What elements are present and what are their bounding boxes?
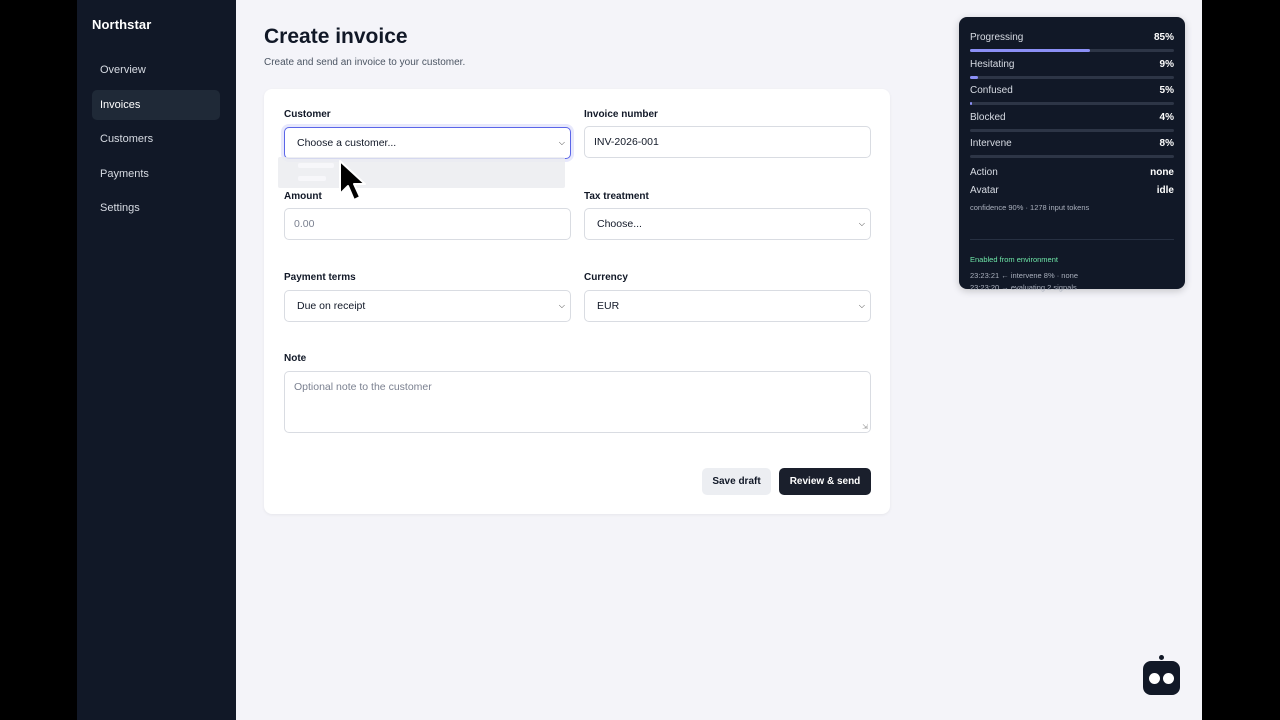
signal-fill	[970, 49, 1091, 52]
signal-name: Intervene	[970, 138, 1012, 149]
customer-dropdown-list[interactable]	[278, 157, 565, 188]
chevron-down-icon: ⌵	[858, 219, 865, 228]
signal-fill	[970, 76, 979, 79]
log-line: 23:23:21 ← intervene 8% · none	[970, 271, 1078, 280]
signal-percent: 4%	[1159, 112, 1174, 123]
note-label: Note	[284, 353, 307, 364]
invoice-form-card: Customer Choose a customer... ⌵ Invoice …	[264, 89, 890, 514]
sidebar: Northstar Overview Invoices Customers Pa…	[77, 0, 236, 720]
page-title: Create invoice	[264, 25, 408, 48]
payment-terms-select[interactable]: Due on receipt ⌵	[284, 290, 571, 322]
divider	[970, 239, 1174, 240]
invoice-number-label: Invoice number	[584, 109, 658, 120]
chevron-down-icon: ⌵	[858, 301, 865, 310]
signal-track	[970, 76, 1174, 79]
signal-percent: 9%	[1159, 59, 1174, 70]
resize-handle-icon[interactable]: ⇲	[862, 424, 868, 431]
sidebar-item-overview[interactable]: Overview	[92, 55, 220, 85]
signal-track	[970, 49, 1174, 52]
customer-select-value: Choose a customer...	[297, 137, 397, 149]
confidence-text: confidence 90% · 1278 input tokens	[970, 203, 1090, 212]
payment-terms-label: Payment terms	[284, 272, 356, 283]
tax-treatment-select[interactable]: Choose... ⌵	[584, 208, 871, 240]
customer-label: Customer	[284, 109, 331, 120]
save-draft-button[interactable]: Save draft	[702, 468, 771, 495]
currency-select[interactable]: EUR ⌵	[584, 290, 871, 322]
amount-input[interactable]: 0.00	[284, 208, 571, 240]
signal-track	[970, 102, 1174, 105]
note-textarea[interactable]: Optional note to the customer ⇲	[284, 371, 871, 433]
currency-label: Currency	[584, 272, 628, 283]
signals-panel: Progressing 85% Hesitating 9% Confused 5…	[959, 17, 1185, 292]
bot-eye	[1149, 673, 1160, 684]
signal-track	[970, 129, 1174, 132]
avatar-value: idle	[1156, 185, 1174, 196]
cursor-arrow-icon	[339, 160, 366, 201]
log-line: 23:23:20 → evaluating 2 signals	[970, 283, 1077, 292]
currency-value: EUR	[597, 300, 620, 312]
brand-name: Northstar	[92, 17, 152, 32]
customer-select[interactable]: Choose a customer... ⌵	[284, 127, 571, 159]
bot-eye	[1163, 673, 1174, 684]
signal-percent: 8%	[1159, 138, 1174, 149]
avatar-key: Avatar	[970, 185, 999, 196]
sidebar-item-payments[interactable]: Payments	[92, 159, 220, 189]
signal-name: Confused	[970, 85, 1013, 96]
action-key: Action	[970, 167, 998, 178]
signal-percent: 85%	[1153, 32, 1174, 43]
env-status: Enabled from environment	[970, 255, 1058, 264]
signal-fill	[970, 102, 973, 105]
bot-antenna	[1159, 655, 1164, 660]
dropdown-option[interactable]	[298, 163, 334, 168]
dropdown-option[interactable]	[298, 176, 326, 181]
payment-terms-value: Due on receipt	[297, 300, 366, 312]
signal-name: Blocked	[970, 112, 1006, 123]
signal-name: Progressing	[970, 32, 1024, 43]
sidebar-item-customers[interactable]: Customers	[92, 124, 220, 154]
signal-name: Hesitating	[970, 59, 1015, 70]
amount-label: Amount	[284, 191, 322, 202]
tax-treatment-value: Choose...	[597, 218, 642, 230]
assistant-bot-icon[interactable]	[1143, 655, 1180, 695]
action-value: none	[1150, 167, 1174, 178]
sidebar-nav: Overview Invoices Customers Payments Set…	[92, 55, 220, 228]
review-send-button[interactable]: Review & send	[779, 468, 871, 495]
tax-treatment-label: Tax treatment	[584, 191, 649, 202]
chevron-down-icon: ⌵	[558, 301, 565, 310]
chevron-down-icon: ⌵	[558, 138, 565, 147]
app-window: Northstar Overview Invoices Customers Pa…	[77, 0, 1202, 720]
signal-percent: 5%	[1159, 85, 1174, 96]
page-subtitle: Create and send an invoice to your custo…	[264, 57, 466, 68]
sidebar-item-invoices[interactable]: Invoices	[92, 89, 220, 120]
sidebar-item-settings[interactable]: Settings	[92, 193, 220, 223]
note-placeholder: Optional note to the customer	[294, 381, 432, 393]
signal-track	[970, 155, 1174, 158]
invoice-number-input[interactable]: INV-2026-001	[584, 126, 871, 158]
